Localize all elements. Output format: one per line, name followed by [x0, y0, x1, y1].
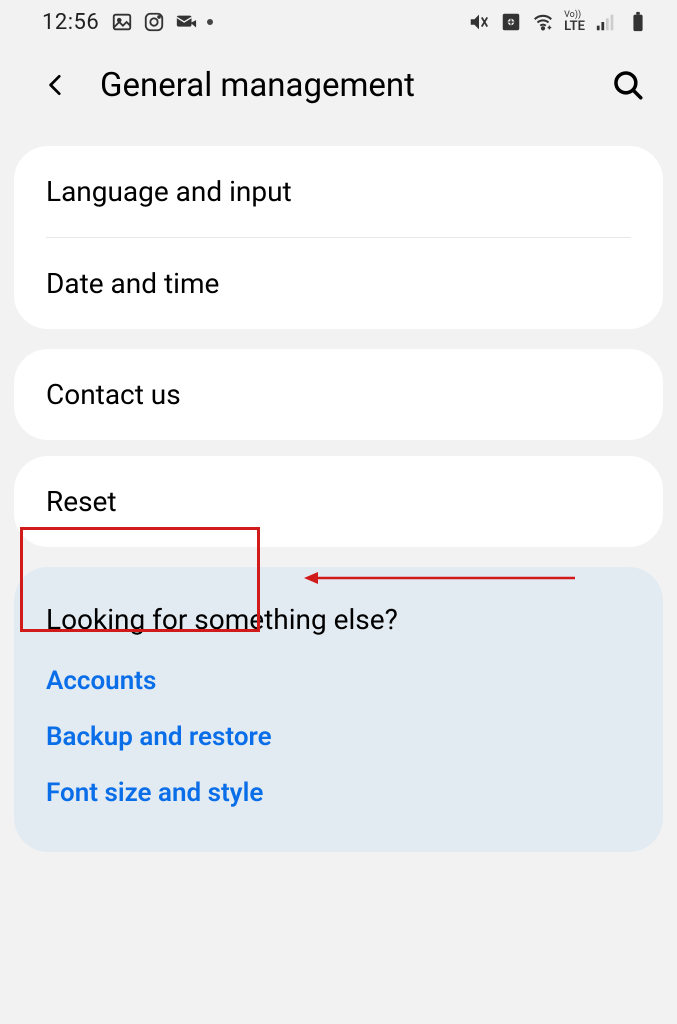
data-saver-icon: [500, 11, 522, 33]
back-button[interactable]: [36, 65, 76, 105]
suggestion-link-backup-restore[interactable]: Backup and restore: [46, 722, 631, 752]
more-icon: [207, 19, 213, 25]
menu-item-language-input[interactable]: Language and input: [14, 146, 663, 237]
instagram-icon: [143, 11, 165, 33]
mute-icon: [468, 11, 490, 33]
chevron-left-icon: [43, 72, 69, 98]
search-button[interactable]: [607, 64, 649, 106]
gallery-icon: [111, 11, 133, 33]
suggestions-title: Looking for something else?: [46, 603, 631, 636]
settings-group-1: Language and input Date and time: [14, 146, 663, 329]
wifi-icon: [532, 11, 554, 33]
search-icon: [611, 68, 645, 102]
battery-icon: [627, 11, 649, 33]
menu-item-contact-us[interactable]: Contact us: [14, 349, 663, 440]
settings-group-2: Contact us: [14, 349, 663, 440]
email-icon: [175, 11, 197, 33]
suggestion-link-font-size-style[interactable]: Font size and style: [46, 778, 631, 808]
page-title: General management: [100, 66, 583, 105]
signal-icon: [595, 11, 617, 33]
settings-group-3: Reset: [14, 456, 663, 547]
status-time: 12:56: [42, 10, 99, 35]
menu-item-reset[interactable]: Reset: [14, 456, 663, 547]
status-bar: 12:56 Vo))LTE: [0, 0, 677, 42]
menu-item-date-time[interactable]: Date and time: [14, 238, 663, 329]
header: General management: [0, 42, 677, 128]
volte-icon: Vo))LTE: [564, 11, 585, 33]
suggestions-panel: Looking for something else? Accounts Bac…: [14, 567, 663, 852]
suggestion-link-accounts[interactable]: Accounts: [46, 666, 631, 696]
